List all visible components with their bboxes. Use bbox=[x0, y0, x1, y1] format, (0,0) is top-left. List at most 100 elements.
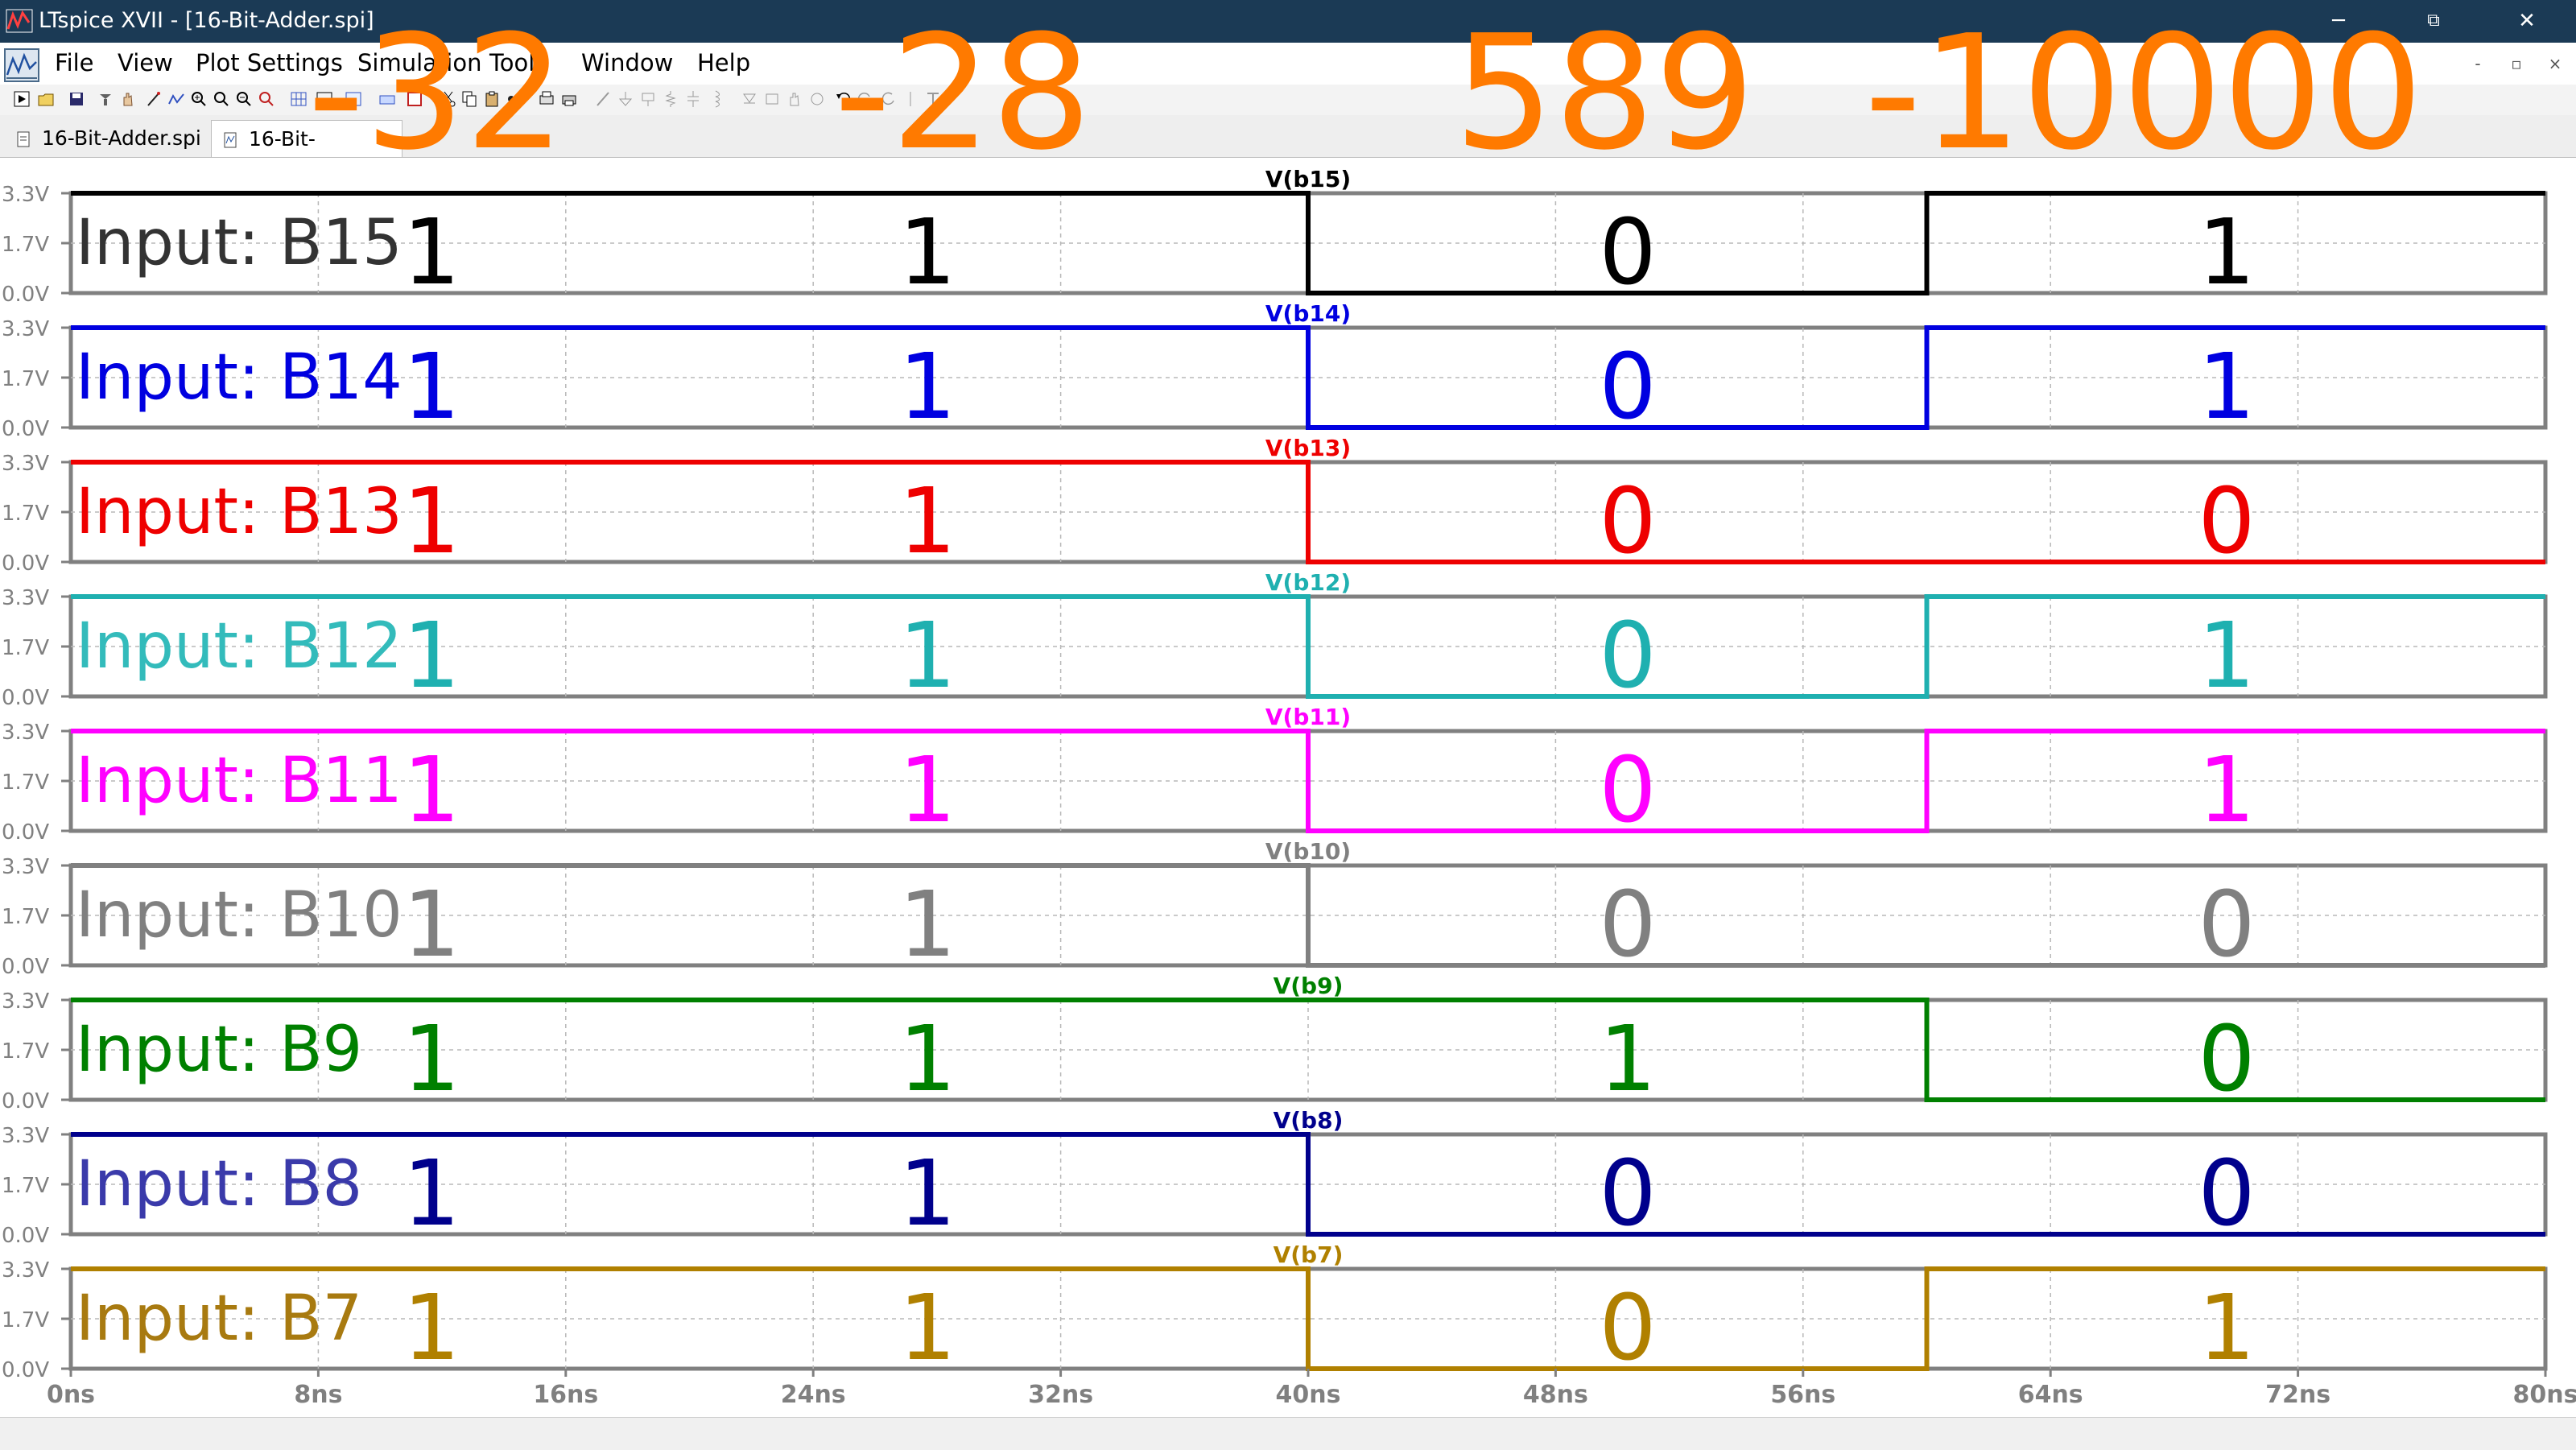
move-icon[interactable] bbox=[786, 89, 803, 109]
inductor-icon[interactable] bbox=[707, 89, 724, 109]
drag-icon[interactable] bbox=[808, 89, 826, 109]
bit-value-label: 0 bbox=[1599, 1276, 1656, 1381]
menu-help[interactable]: Help bbox=[697, 49, 750, 76]
bit-value-label: 1 bbox=[898, 1276, 956, 1381]
status-bar bbox=[0, 1417, 2576, 1450]
y-tick-label: 0.0V bbox=[2, 1089, 49, 1113]
bit-value-label: 1 bbox=[2198, 738, 2255, 843]
trace-name-label: V(b12) bbox=[1265, 569, 1351, 596]
x-tick-label: 56ns bbox=[1770, 1381, 1835, 1409]
x-tick-label: 40ns bbox=[1276, 1381, 1341, 1409]
input-label: Input: B13 bbox=[76, 476, 402, 548]
y-tick-label: 0.0V bbox=[2, 417, 49, 441]
mdi-close-button[interactable]: × bbox=[2541, 54, 2570, 73]
grid-icon[interactable] bbox=[290, 89, 308, 109]
y-tick-label: 1.7V bbox=[2, 1174, 49, 1198]
input-label: Input: B12 bbox=[76, 610, 402, 683]
mdi-restore-button[interactable]: ▫ bbox=[2502, 54, 2531, 73]
bit-value-label: 1 bbox=[898, 604, 956, 708]
overlay-number-1: -32 bbox=[308, 2, 566, 185]
bit-value-label: 1 bbox=[402, 604, 460, 708]
stop-hand-icon[interactable] bbox=[119, 89, 137, 109]
input-label: Input: B7 bbox=[76, 1283, 362, 1355]
bit-value-label: 0 bbox=[1599, 469, 1656, 574]
y-tick-label: 1.7V bbox=[2, 233, 49, 257]
trace-name-label: V(b10) bbox=[1265, 838, 1351, 865]
pan-icon[interactable] bbox=[213, 89, 230, 109]
tab-schematic[interactable]: 16-Bit-Adder.spi bbox=[5, 120, 208, 157]
y-tick-label: 0.0V bbox=[2, 1224, 49, 1248]
y-tick-label: 3.3V bbox=[2, 452, 49, 476]
y-tick-label: 0.0V bbox=[2, 283, 49, 307]
autorange-icon[interactable] bbox=[167, 89, 185, 109]
tab-schematic-label: 16-Bit-Adder.spi bbox=[42, 126, 201, 150]
y-tick-label: 1.7V bbox=[2, 1308, 49, 1332]
control-panel-icon[interactable] bbox=[97, 89, 114, 109]
x-tick-label: 72ns bbox=[2265, 1381, 2330, 1409]
x-tick-label: 32ns bbox=[1028, 1381, 1093, 1409]
open-folder-icon[interactable] bbox=[37, 89, 55, 109]
bit-value-label: 0 bbox=[2198, 1007, 2255, 1112]
menu-view[interactable]: View bbox=[118, 49, 173, 76]
y-tick-label: 1.7V bbox=[2, 905, 49, 929]
bit-value-label: 1 bbox=[402, 200, 460, 305]
bit-value-label: 0 bbox=[1599, 604, 1656, 708]
bit-value-label: 1 bbox=[402, 335, 460, 440]
x-tick-label: 24ns bbox=[781, 1381, 846, 1409]
y-tick-label: 1.7V bbox=[2, 636, 49, 660]
x-tick-label: 48ns bbox=[1523, 1381, 1588, 1409]
menu-window[interactable]: Window bbox=[581, 49, 673, 76]
waveform-plot[interactable]: 3.3V1.7V0.0VV(b15)Input: B15 1 1 0 13.3V1.7V… bbox=[0, 158, 2576, 1417]
x-tick-label: 8ns bbox=[294, 1381, 342, 1409]
trace-name-label: V(b14) bbox=[1265, 300, 1351, 327]
zoom-out-icon[interactable] bbox=[235, 89, 253, 109]
menu-file[interactable]: File bbox=[55, 49, 94, 76]
waveform-document-icon[interactable] bbox=[3, 48, 40, 83]
bit-value-label: 1 bbox=[402, 1142, 460, 1246]
component-icon[interactable] bbox=[763, 89, 781, 109]
zoom-in-icon[interactable] bbox=[190, 89, 208, 109]
y-tick-label: 3.3V bbox=[2, 586, 49, 610]
input-label: Input: B14 bbox=[76, 341, 402, 414]
bit-value-label: 0 bbox=[1599, 738, 1656, 843]
trace-name-label: V(b7) bbox=[1274, 1241, 1344, 1268]
bit-value-label: 1 bbox=[402, 1007, 460, 1112]
bit-value-label: 1 bbox=[898, 469, 956, 574]
bit-value-label: 1 bbox=[898, 1007, 956, 1112]
mdi-minimize-button[interactable]: - bbox=[2463, 54, 2492, 73]
x-tick-label: 80ns bbox=[2513, 1381, 2576, 1409]
bit-value-label: 1 bbox=[898, 873, 956, 977]
bit-value-label: 1 bbox=[898, 335, 956, 440]
bit-value-label: 0 bbox=[1599, 873, 1656, 977]
resistor-icon[interactable] bbox=[662, 89, 679, 109]
label-net-icon[interactable] bbox=[639, 89, 657, 109]
bit-value-label: 0 bbox=[2198, 1142, 2255, 1246]
diode-icon[interactable] bbox=[741, 89, 758, 109]
input-label: Input: B10 bbox=[76, 879, 402, 952]
probe-icon[interactable] bbox=[145, 89, 163, 109]
close-button[interactable]: ✕ bbox=[2499, 5, 2555, 37]
y-tick-label: 3.3V bbox=[2, 721, 49, 745]
zoom-fit-icon[interactable] bbox=[258, 89, 275, 109]
capacitor-icon[interactable] bbox=[684, 89, 702, 109]
x-tick-label: 16ns bbox=[533, 1381, 598, 1409]
schematic-file-icon bbox=[17, 131, 30, 147]
overlay-number-4: -10000 bbox=[1864, 2, 2424, 185]
x-tick-label: 0ns bbox=[47, 1381, 95, 1409]
y-tick-label: 0.0V bbox=[2, 820, 49, 845]
waveform-plot-area[interactable]: 3.3V 1.7V 0.0V V(b15) Input: B15 1 1 0 1 3.3V 1.7V… bbox=[0, 158, 2576, 1417]
ltspice-app-icon[interactable] bbox=[5, 6, 34, 35]
bit-value-label: 0 bbox=[1599, 200, 1656, 305]
bit-value-label: 1 bbox=[402, 873, 460, 977]
draw-wire-icon[interactable] bbox=[594, 89, 612, 109]
save-icon[interactable] bbox=[68, 89, 85, 109]
bit-value-label: 0 bbox=[1599, 1142, 1656, 1246]
run-icon[interactable] bbox=[13, 89, 31, 109]
bit-value-label: 0 bbox=[2198, 469, 2255, 574]
input-label: Input: B8 bbox=[76, 1148, 362, 1221]
bit-value-label: 0 bbox=[1599, 335, 1656, 440]
ground-icon[interactable] bbox=[617, 89, 634, 109]
y-tick-label: 3.3V bbox=[2, 183, 49, 207]
y-tick-label: 1.7V bbox=[2, 1039, 49, 1064]
trace-name-label: V(b15) bbox=[1265, 166, 1351, 192]
